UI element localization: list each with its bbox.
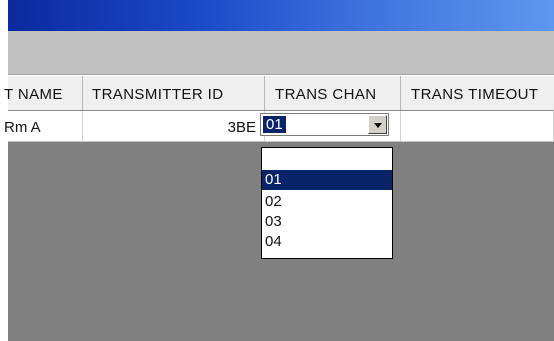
- title-bar: [8, 0, 554, 31]
- dropdown-option-02[interactable]: 02: [262, 192, 392, 212]
- column-header-trans-timeout[interactable]: TRANS TIMEOUT: [401, 76, 554, 110]
- column-header-trans-chan-label: TRANS CHAN: [275, 86, 377, 103]
- transmitter-id-text: 3BE: [227, 119, 256, 136]
- transmitter-id-cell[interactable]: 3BE: [83, 111, 265, 141]
- column-header-transmitter-id-label: TRANSMITTER ID: [92, 86, 224, 103]
- dropdown-option-04[interactable]: 04: [262, 232, 392, 252]
- trans-chan-dropdown-list[interactable]: 01 02 03 04: [261, 147, 393, 259]
- dropdown-option-01[interactable]: 01: [262, 170, 392, 190]
- dropdown-option-blank[interactable]: [262, 149, 392, 169]
- room-name-text: Rm A: [4, 119, 41, 136]
- toolbar: [8, 31, 554, 75]
- column-header-trans-chan[interactable]: TRANS CHAN: [265, 76, 401, 110]
- trans-timeout-cell[interactable]: [401, 111, 554, 141]
- column-header-name-label: T NAME: [4, 86, 63, 103]
- table-header: T NAME TRANSMITTER ID TRANS CHAN TRANS T…: [4, 75, 554, 111]
- column-header-name[interactable]: T NAME: [4, 76, 83, 110]
- trans-chan-combobox[interactable]: 01: [260, 113, 389, 136]
- column-header-trans-timeout-label: TRANS TIMEOUT: [411, 86, 539, 103]
- dropdown-option-03[interactable]: 03: [262, 212, 392, 232]
- chevron-down-icon[interactable]: [368, 115, 387, 134]
- trans-chan-selected-value[interactable]: 01: [263, 116, 286, 133]
- column-header-transmitter-id[interactable]: TRANSMITTER ID: [83, 76, 265, 110]
- application-window: T NAME TRANSMITTER ID TRANS CHAN TRANS T…: [0, 0, 554, 341]
- room-name-cell[interactable]: Rm A: [4, 111, 83, 141]
